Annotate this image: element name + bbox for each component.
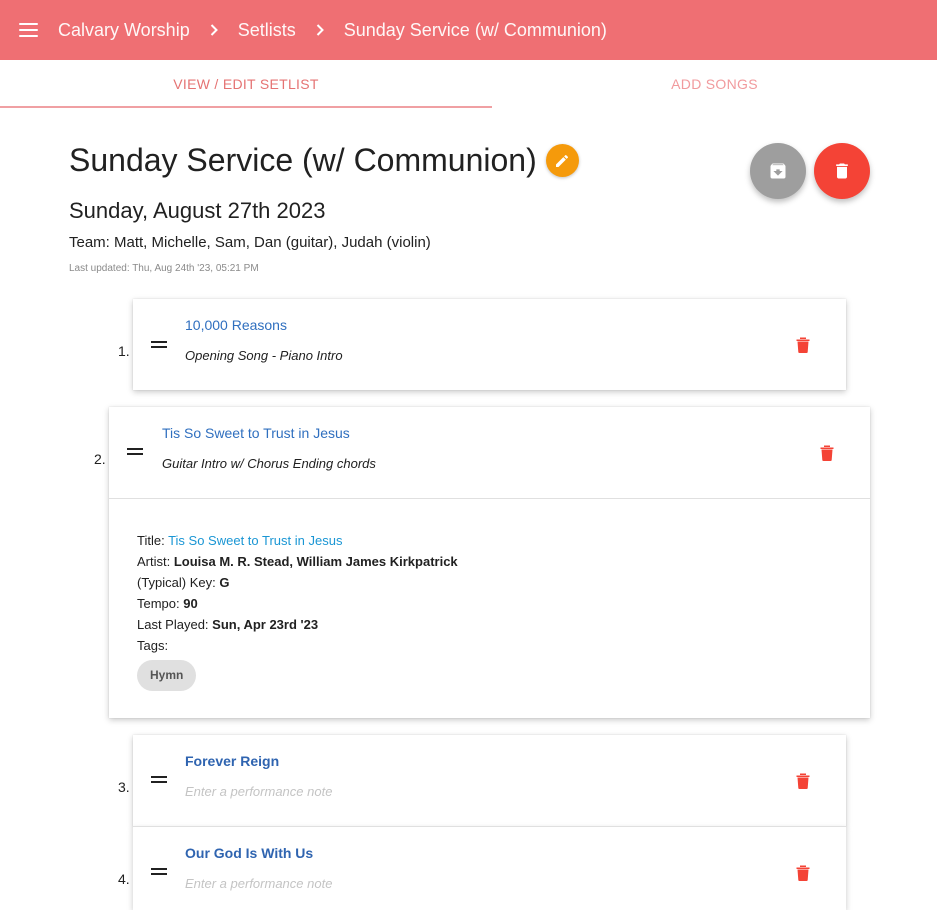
tab-bar: VIEW / EDIT SETLIST ADD SONGS bbox=[0, 60, 937, 108]
edit-title-button[interactable] bbox=[545, 144, 579, 177]
setlist-title-row: Sunday Service (w/ Communion) bbox=[69, 142, 579, 179]
song-number: 4. bbox=[118, 871, 130, 887]
trash-icon[interactable] bbox=[819, 443, 835, 461]
trash-icon[interactable] bbox=[795, 335, 811, 353]
detail-tempo: Tempo: 90 bbox=[137, 596, 198, 611]
detail-title-link[interactable]: Tis So Sweet to Trust in Jesus bbox=[168, 533, 342, 548]
detail-key: (Typical) Key: G bbox=[137, 575, 230, 590]
breadcrumb-home[interactable]: Calvary Worship bbox=[58, 20, 190, 41]
app-bar: Calvary Worship Setlists Sunday Service … bbox=[0, 0, 937, 60]
performance-note[interactable]: Guitar Intro w/ Chorus Ending chords bbox=[162, 456, 376, 471]
song-number: 2. bbox=[94, 451, 106, 467]
trash-icon[interactable] bbox=[795, 863, 811, 881]
song-card[interactable]: Forever Reign Enter a performance note bbox=[133, 735, 846, 827]
detail-artist: Artist: Louisa M. R. Stead, William Jame… bbox=[137, 554, 458, 569]
delete-setlist-button[interactable] bbox=[814, 143, 870, 199]
pencil-icon bbox=[556, 154, 569, 167]
chevron-right-icon bbox=[296, 23, 344, 37]
tag-chip[interactable]: Hymn bbox=[137, 660, 197, 691]
performance-note-placeholder[interactable]: Enter a performance note bbox=[185, 784, 332, 799]
breadcrumb-current: Sunday Service (w/ Communion) bbox=[343, 19, 607, 40]
trash-icon[interactable] bbox=[795, 771, 811, 789]
trash-icon bbox=[836, 163, 848, 179]
song-title-link[interactable]: Our God Is With Us bbox=[185, 845, 313, 861]
archive-setlist-button[interactable] bbox=[750, 143, 806, 199]
drag-handle-icon[interactable] bbox=[151, 341, 167, 349]
song-details: Title: Tis So Sweet to Trust in Jesus Ar… bbox=[137, 530, 458, 691]
detail-tags-label: Tags: bbox=[137, 638, 169, 653]
song-number: 1. bbox=[118, 343, 130, 359]
song-number: 3. bbox=[118, 779, 130, 795]
archive-icon bbox=[770, 163, 786, 179]
setlist-date: Sunday, August 27th 2023 bbox=[69, 198, 326, 223]
menu-button[interactable] bbox=[0, 0, 56, 60]
performance-note[interactable]: Opening Song - Piano Intro bbox=[185, 348, 343, 363]
performance-note-placeholder[interactable]: Enter a performance note bbox=[185, 876, 332, 891]
setlist-team: Team: Matt, Michelle, Sam, Dan (guitar),… bbox=[69, 234, 431, 251]
last-updated: Last updated: Thu, Aug 24th '23, 05:21 P… bbox=[69, 263, 259, 274]
detail-last-played: Last Played: Sun, Apr 23rd '23 bbox=[137, 617, 319, 632]
song-title-link[interactable]: 10,000 Reasons bbox=[185, 317, 287, 333]
song-title-link[interactable]: Forever Reign bbox=[185, 753, 279, 769]
breadcrumb-setlists[interactable]: Setlists bbox=[238, 20, 296, 41]
drag-handle-icon[interactable] bbox=[127, 448, 143, 456]
tab-add-songs[interactable]: ADD SONGS bbox=[492, 60, 937, 108]
detail-title: Title: Tis So Sweet to Trust in Jesus bbox=[137, 533, 343, 548]
page-title: Sunday Service (w/ Communion) bbox=[69, 142, 537, 178]
divider bbox=[109, 498, 870, 499]
tab-view-edit-setlist[interactable]: VIEW / EDIT SETLIST bbox=[0, 60, 492, 108]
hamburger-icon bbox=[18, 23, 38, 37]
song-card[interactable]: 10,000 Reasons Opening Song - Piano Intr… bbox=[133, 299, 846, 390]
chevron-right-icon bbox=[190, 23, 238, 37]
song-card[interactable]: Our God Is With Us Enter a performance n… bbox=[133, 827, 846, 910]
song-title-link[interactable]: Tis So Sweet to Trust in Jesus bbox=[162, 425, 350, 441]
drag-handle-icon[interactable] bbox=[151, 776, 167, 784]
drag-handle-icon[interactable] bbox=[151, 868, 167, 876]
